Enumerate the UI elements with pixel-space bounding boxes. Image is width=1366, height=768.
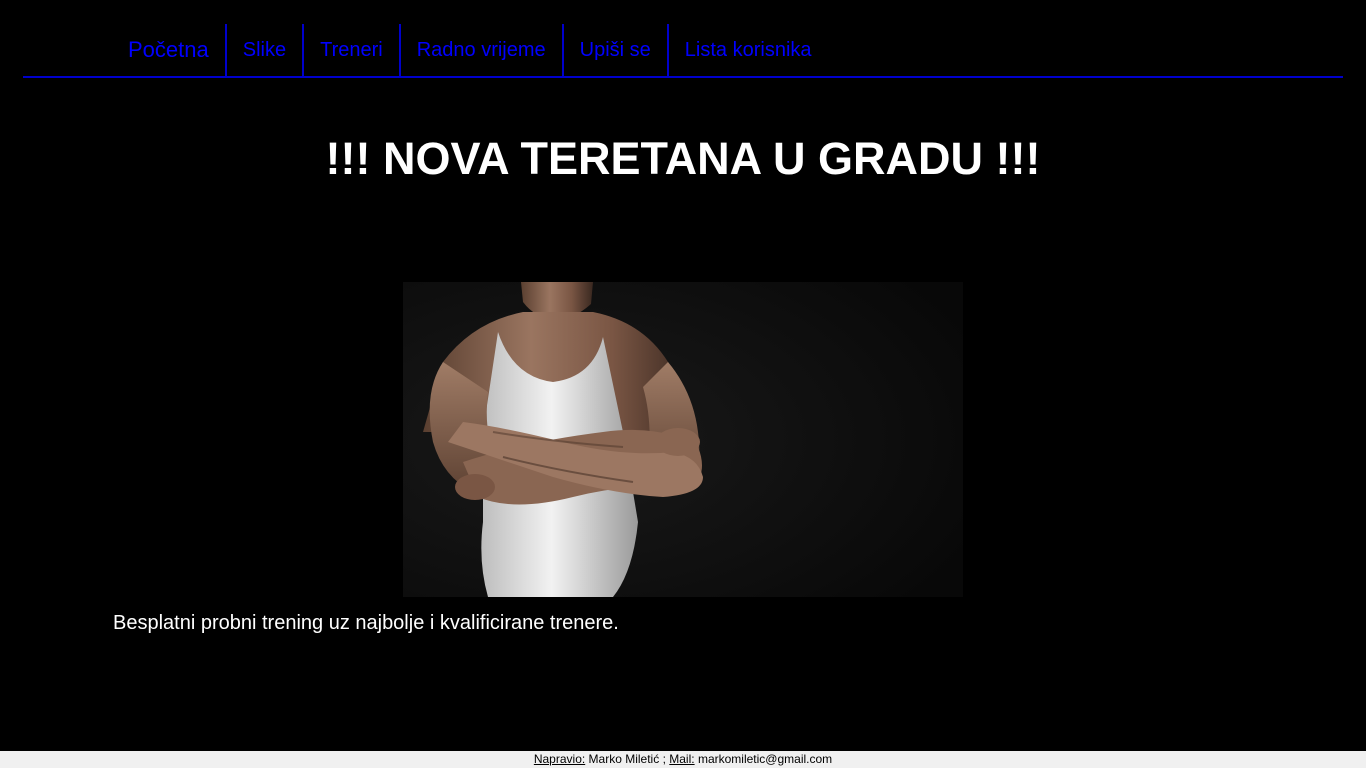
nav-item-treneri[interactable]: Treneri: [302, 24, 399, 76]
hero-image: [403, 282, 963, 597]
nav-item-upisi-se[interactable]: Upiši se: [561, 24, 667, 76]
nav-list: Početna Slike Treneri Radno vrijeme Upiš…: [126, 24, 828, 76]
footer-mail-value: markomiletic@gmail.com: [697, 752, 833, 766]
nav-item-slike[interactable]: Slike: [224, 24, 302, 76]
page-headline: !!! NOVA TERETANA U GRADU !!!: [325, 133, 1041, 184]
promo-tagline: Besplatni probni trening uz najbolje i k…: [113, 612, 619, 634]
footer-author-name: Marko Miletić: [588, 752, 660, 766]
nav-item-pocetna[interactable]: Početna: [126, 24, 225, 76]
nav-item-lista-korisnika[interactable]: Lista korisnika: [666, 24, 828, 76]
footer-separator: ;: [662, 752, 666, 766]
footer-author-label: Napravio:: [533, 752, 586, 766]
footer-mail-label: Mail:: [669, 752, 695, 766]
main-navigation: Početna Slike Treneri Radno vrijeme Upiš…: [23, 24, 1343, 78]
page: Početna Slike Treneri Radno vrijeme Upiš…: [0, 0, 1366, 768]
athlete-photo: [403, 282, 963, 597]
page-footer: Napravio: Marko Miletić ; Mail: markomil…: [0, 751, 1366, 768]
nav-item-radno-vrijeme[interactable]: Radno vrijeme: [398, 24, 562, 76]
